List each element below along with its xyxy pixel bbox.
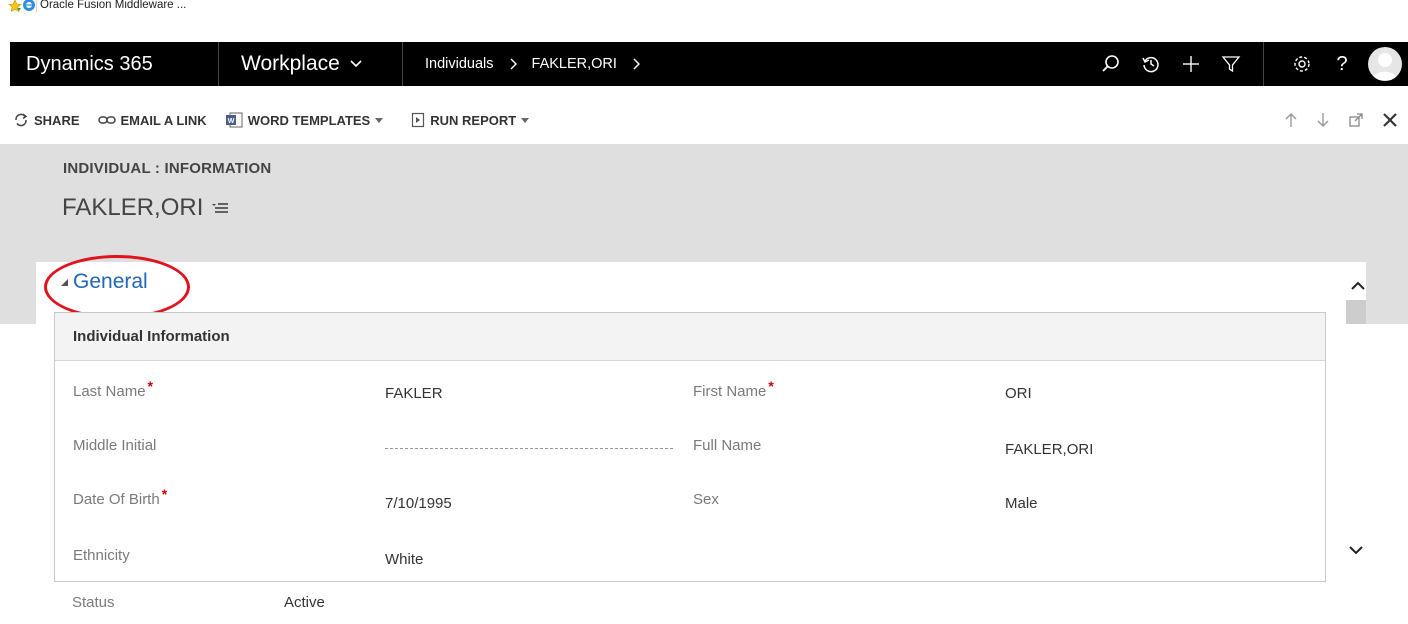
last-name-field[interactable]: FAKLER — [385, 385, 443, 402]
scroll-down-icon[interactable] — [1346, 540, 1366, 560]
arrow-down-icon[interactable] — [1316, 112, 1330, 128]
word-icon: W — [225, 112, 243, 128]
email-link-label: EMAIL A LINK — [120, 112, 207, 128]
email-link-button[interactable]: EMAIL A LINK — [97, 112, 207, 128]
nav-action-icons — [1091, 42, 1251, 86]
ethnicity-field[interactable]: White — [385, 551, 423, 568]
recent-icon[interactable] — [1131, 42, 1171, 86]
breadcrumb-individuals[interactable]: Individuals — [425, 42, 494, 86]
empty-value-placeholder — [385, 448, 673, 449]
required-marker: * — [768, 378, 774, 394]
chevron-right-icon — [510, 58, 517, 70]
area-switcher[interactable]: Workplace — [219, 42, 403, 86]
navigation-bar: Dynamics 365 Workplace Individuals FAKLE… — [10, 42, 1408, 86]
first-name-label: First Name * — [693, 378, 774, 400]
help-icon[interactable]: ? — [1322, 42, 1362, 86]
breadcrumb-record[interactable]: FAKLER,ORI — [532, 42, 617, 86]
full-name-label: Full Name — [693, 437, 762, 454]
user-avatar[interactable] — [1368, 47, 1402, 81]
scroll-up-icon[interactable] — [1348, 276, 1368, 296]
nav-right-group: ? — [1263, 42, 1408, 86]
pop-out-icon[interactable] — [1348, 112, 1364, 128]
full-name-field[interactable]: FAKLER,ORI — [1005, 441, 1093, 458]
internet-explorer-icon — [23, 0, 35, 11]
status-label: Status — [72, 594, 115, 611]
filter-icon[interactable] — [1211, 42, 1251, 86]
chevron-right-icon[interactable] — [631, 42, 641, 86]
top-navigation-area: Dynamics 365 Workplace Individuals FAKLE… — [0, 12, 1408, 96]
area-label: Workplace — [241, 52, 340, 75]
form-body: General Individual Information Last Name… — [36, 255, 1366, 624]
middle-initial-field[interactable] — [385, 437, 673, 457]
date-of-birth-label: Date Of Birth * — [73, 486, 167, 508]
scrollbar-thumb[interactable] — [1346, 300, 1366, 324]
svg-text:W: W — [227, 118, 234, 125]
app-brand[interactable]: Dynamics 365 — [10, 42, 219, 86]
tab-divider — [36, 0, 37, 12]
first-name-field[interactable]: ORI — [1005, 385, 1032, 402]
date-of-birth-label-text: Date Of Birth — [73, 491, 160, 508]
individual-information-section: Individual Information Last Name * FAKLER… — [54, 312, 1326, 582]
new-icon[interactable] — [1171, 42, 1211, 86]
subsection-title: Individual Information — [55, 313, 1325, 361]
status-value: Active — [284, 594, 325, 611]
favorite-link-oracle[interactable]: Oracle Fusion Middleware ... — [40, 0, 186, 11]
breadcrumb: Individuals FAKLER,ORI — [403, 42, 1091, 86]
word-templates-label: WORD TEMPLATES — [247, 112, 371, 128]
browser-favorites-bar: Oracle Fusion Middleware ... — [0, 0, 1408, 13]
required-marker: * — [161, 486, 168, 502]
record-title: FAKLER,ORI — [62, 194, 229, 222]
command-bar: SHARE EMAIL A LINK W WORD TEMPLATES RUN … — [0, 96, 1408, 144]
caret-down-icon — [375, 117, 384, 123]
link-icon — [97, 116, 116, 124]
chevron-down-icon — [350, 60, 362, 68]
close-icon[interactable] — [1382, 112, 1398, 128]
record-title-text: FAKLER,ORI — [62, 194, 204, 221]
share-label: SHARE — [34, 112, 80, 128]
settings-icon[interactable] — [1282, 42, 1322, 86]
last-name-label-text: Last Name — [73, 383, 146, 400]
run-report-label: RUN REPORT — [430, 112, 517, 128]
sex-field[interactable]: Male — [1005, 495, 1038, 512]
record-navigation — [1284, 96, 1398, 144]
annotation-highlight-circle — [44, 255, 190, 319]
scroll-gutter — [1366, 262, 1408, 324]
run-report-button[interactable]: RUN REPORT — [411, 112, 530, 128]
first-name-label-text: First Name — [693, 383, 767, 400]
arrow-up-icon[interactable] — [1284, 112, 1298, 128]
caret-down-icon — [521, 117, 530, 123]
last-name-label: Last Name * — [73, 378, 153, 400]
report-icon — [412, 112, 425, 128]
required-marker: * — [147, 378, 153, 394]
ethnicity-label: Ethnicity — [73, 547, 130, 564]
share-button[interactable]: SHARE — [13, 112, 80, 128]
sex-label: Sex — [693, 491, 719, 508]
search-icon[interactable] — [1091, 42, 1131, 86]
form-selector-menu-icon[interactable] — [211, 201, 229, 215]
word-templates-button[interactable]: W WORD TEMPLATES — [225, 112, 384, 128]
date-of-birth-field[interactable]: 7/10/1995 — [385, 495, 452, 512]
help-icon-glyph: ? — [1336, 52, 1348, 75]
entity-form-label: INDIVIDUAL : INFORMATION — [63, 160, 272, 177]
middle-initial-label: Middle Initial — [73, 437, 157, 454]
share-icon — [15, 113, 28, 127]
